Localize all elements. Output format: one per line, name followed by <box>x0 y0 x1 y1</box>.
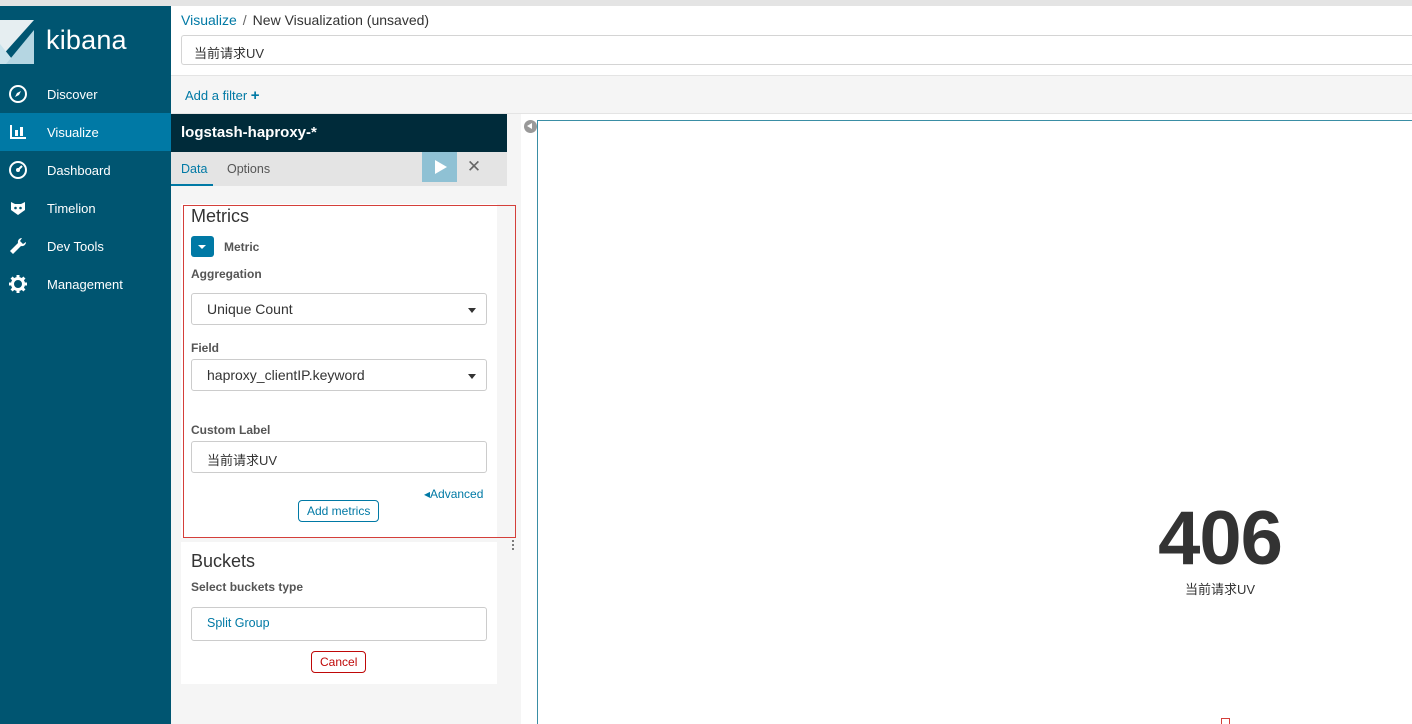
sidebar-item-dev-tools[interactable]: Dev Tools <box>0 227 171 265</box>
kibana-logo[interactable]: kibana <box>0 20 171 64</box>
breadcrumb-separator: / <box>242 12 247 28</box>
active-tab-indicator <box>171 184 213 186</box>
plus-icon: + <box>250 87 260 104</box>
metric-value: 406 <box>1158 496 1283 581</box>
apply-changes-button[interactable] <box>422 152 457 182</box>
sidebar-item-discover[interactable]: Discover <box>0 75 171 113</box>
compass-icon <box>9 85 27 103</box>
sidebar-item-label: Discover <box>47 87 98 102</box>
sidebar-item-timelion[interactable]: Timelion <box>0 189 171 227</box>
visualization-canvas <box>537 120 1412 724</box>
app-name: kibana <box>46 25 127 55</box>
visualization-title-input[interactable]: 当前请求UV <box>181 35 1412 65</box>
add-filter-label: Add a filter <box>185 88 248 103</box>
buckets-title: Buckets <box>191 551 256 571</box>
bar-chart-icon <box>10 125 26 139</box>
wrench-icon <box>10 237 27 254</box>
kibana-logo-icon <box>0 20 34 64</box>
sidebar-nav: Discover Visualize Dashboard Timelion De… <box>0 75 171 303</box>
metric-value-label: 当前请求UV <box>1184 582 1256 597</box>
collapse-sidebar-button[interactable] <box>524 120 537 133</box>
buckets-card: Buckets Select buckets type Split Group … <box>181 542 497 684</box>
filter-bar: Add a filter + <box>171 75 1412 114</box>
breadcrumb-current: New Visualization (unsaved) <box>252 12 430 28</box>
gauge-icon <box>9 161 27 179</box>
breadcrumb-visualize-link[interactable]: Visualize <box>181 12 237 28</box>
breadcrumb: Visualize / New Visualization (unsaved) <box>181 12 429 28</box>
timelion-icon <box>11 202 25 215</box>
add-filter-button[interactable]: Add a filter + <box>185 87 260 104</box>
sidebar-item-management[interactable]: Management <box>0 265 171 303</box>
sidebar-item-label: Dev Tools <box>47 239 104 254</box>
annotation-marker <box>1221 718 1230 724</box>
sidebar-item-label: Timelion <box>47 201 96 216</box>
sidebar-item-dashboard[interactable]: Dashboard <box>0 151 171 189</box>
sidebar-item-label: Visualize <box>47 125 99 140</box>
editor-tabs: Data Options ✕ <box>171 152 507 186</box>
split-group-option[interactable]: Split Group <box>191 607 487 641</box>
gear-icon <box>9 275 27 293</box>
index-pattern-title: logstash-haproxy-* <box>171 114 507 152</box>
resize-handle[interactable] <box>512 540 516 553</box>
sidebar-item-label: Management <box>47 277 123 292</box>
discard-changes-button[interactable]: ✕ <box>464 157 484 177</box>
sidebar-item-visualize[interactable]: Visualize <box>0 113 171 151</box>
tab-options[interactable]: Options <box>227 162 270 176</box>
cancel-button[interactable]: Cancel <box>311 651 367 673</box>
sidebar: kibana Discover Visualize Dashboard Time… <box>0 6 171 724</box>
browser-top-edge <box>0 0 1412 6</box>
metrics-highlight-box <box>183 205 516 538</box>
select-buckets-type-label: Select buckets type <box>191 580 304 594</box>
tab-data[interactable]: Data <box>181 162 207 176</box>
sidebar-item-label: Dashboard <box>47 163 111 178</box>
